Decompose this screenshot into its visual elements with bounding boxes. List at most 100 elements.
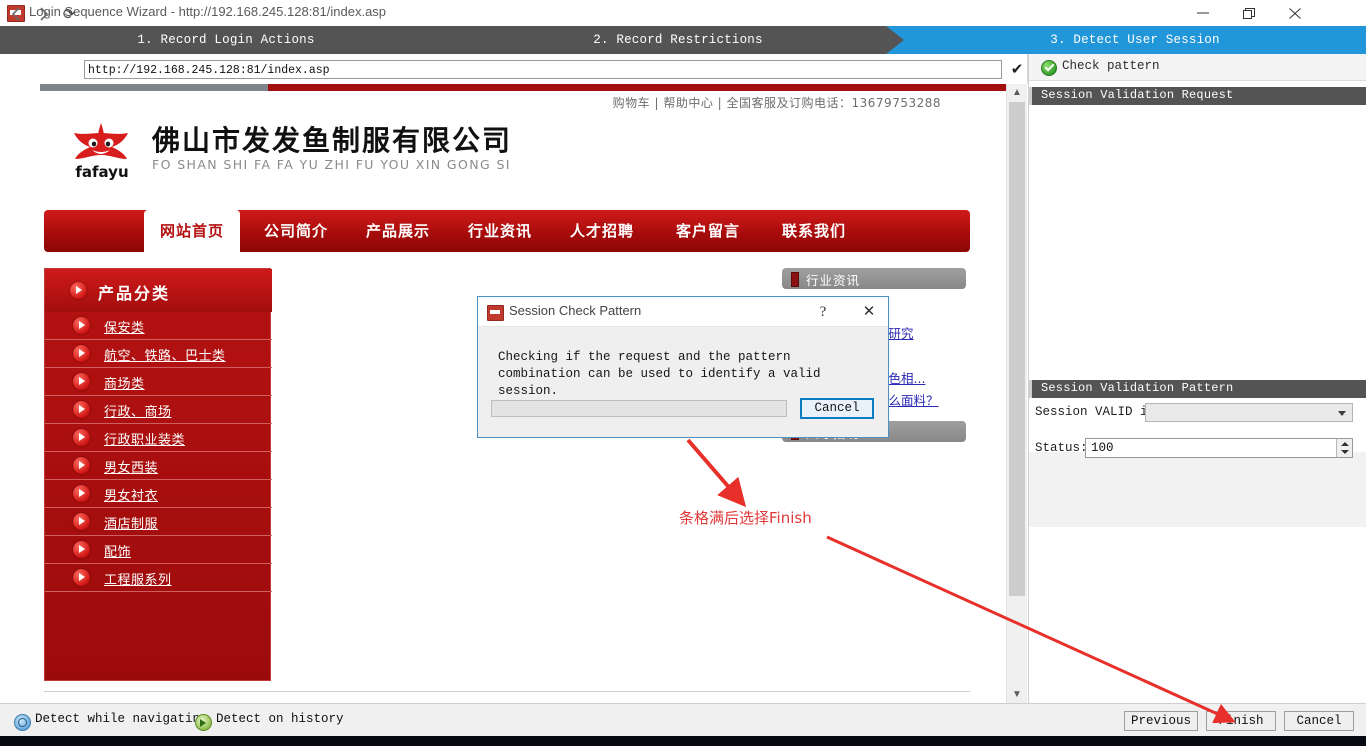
bullet-icon xyxy=(73,401,90,418)
category-item-0[interactable]: 保安类 xyxy=(45,312,272,340)
session-valid-if-label: Session VALID if: xyxy=(1035,405,1163,419)
page-scrollbar[interactable]: ▲ ▼ xyxy=(1006,84,1027,703)
category-link[interactable]: 工程服系列 xyxy=(104,569,172,588)
product-category-sidebar: 产品分类 保安类航空、铁路、巴士类 商场类行政、商场行政职业装类 男女西装男女衬衣酒… xyxy=(44,268,272,681)
dialog-app-icon xyxy=(487,305,504,321)
maximize-button[interactable] xyxy=(1226,0,1272,26)
category-link[interactable]: 行政职业装类 xyxy=(104,429,185,448)
os-taskbar[interactable] xyxy=(0,736,1366,746)
wizard-step-3[interactable]: 3. Detect User Session xyxy=(904,26,1366,54)
stepper-up-icon[interactable] xyxy=(1341,442,1349,446)
site-nav-item-2[interactable]: 产品展示 xyxy=(350,210,446,252)
close-button[interactable] xyxy=(1272,0,1318,26)
back-icon[interactable] xyxy=(6,5,28,25)
cancel-button[interactable]: Cancel xyxy=(1284,711,1354,731)
category-item-4[interactable]: 行政职业装类 xyxy=(45,424,272,452)
progress-bar xyxy=(491,400,787,417)
bullet-icon xyxy=(73,345,90,362)
category-link[interactable]: 酒店制服 xyxy=(104,513,158,532)
category-link[interactable]: 行政、商场 xyxy=(104,401,172,420)
category-item-8[interactable]: 配饰 xyxy=(45,536,272,564)
news-panel-icon xyxy=(791,272,799,287)
category-item-9[interactable]: 工程服系列 xyxy=(45,564,272,592)
site-nav-item-4[interactable]: 人才招聘 xyxy=(554,210,650,252)
category-link[interactable]: 商场类 xyxy=(104,373,145,392)
check-pattern-label: Check pattern xyxy=(1062,59,1160,73)
category-link[interactable]: 保安类 xyxy=(104,317,145,336)
step-arrow-icon xyxy=(886,26,904,54)
site-nav-item-6[interactable]: 联系我们 xyxy=(766,210,862,252)
session-validation-request-header: Session Validation Request xyxy=(1029,87,1366,105)
category-item-7[interactable]: 酒店制服 xyxy=(45,508,272,536)
forward-icon[interactable] xyxy=(32,5,54,25)
bullet-icon xyxy=(70,282,87,299)
previous-button[interactable]: Previous xyxy=(1124,711,1198,731)
bullet-icon xyxy=(73,569,90,586)
page-footer-divider xyxy=(44,691,970,692)
status-stepper[interactable]: 100 xyxy=(1085,438,1353,458)
session-validation-pattern-label: Session Validation Pattern xyxy=(1041,381,1234,395)
site-nav-item-0[interactable]: 网站首页 xyxy=(144,210,240,252)
check-pattern-row[interactable]: Check pattern xyxy=(1029,54,1366,81)
category-link[interactable]: 配饰 xyxy=(104,541,131,560)
session-valid-if-select[interactable] xyxy=(1145,403,1353,422)
dialog-close-icon[interactable]: ✕ xyxy=(858,301,880,323)
finish-button[interactable]: Finish xyxy=(1206,711,1276,731)
scroll-down-icon[interactable]: ▼ xyxy=(1007,686,1027,703)
website-logo: fafayu 佛山市发发鱼制服有限公司 FO SHAN SHI FA FA YU… xyxy=(62,119,562,185)
bullet-icon xyxy=(73,513,90,530)
news-panel-header: 行业资讯 xyxy=(782,268,966,289)
status-label: Status: xyxy=(1035,441,1088,455)
dialog-cancel-button[interactable]: Cancel xyxy=(800,398,874,419)
minimize-icon xyxy=(1197,12,1209,14)
bullet-icon xyxy=(73,541,90,558)
green-check-icon xyxy=(1041,60,1057,76)
minimize-button[interactable] xyxy=(1180,0,1226,26)
bullet-icon xyxy=(73,429,90,446)
session-validation-request-label: Session Validation Request xyxy=(1041,88,1234,102)
history-icon xyxy=(195,714,212,731)
category-header: 产品分类 xyxy=(45,269,272,312)
session-check-pattern-dialog: Session Check Pattern ? ✕ Checking if th… xyxy=(477,296,889,438)
category-item-5[interactable]: 男女西装 xyxy=(45,452,272,480)
bullet-icon xyxy=(73,317,90,334)
website-nav: 网站首页 公司简介 产品展示 行业资讯 人才招聘 客户留言 联系我们 xyxy=(44,210,970,252)
url-confirm-icon[interactable]: ✔ xyxy=(1008,61,1026,79)
news-panel-title: 行业资讯 xyxy=(806,273,861,288)
category-link[interactable]: 男女西装 xyxy=(104,457,158,476)
session-detection-panel: Check pattern Session Validation Request… xyxy=(1028,54,1366,703)
site-nav-item-5[interactable]: 客户留言 xyxy=(660,210,756,252)
help-icon[interactable]: ? xyxy=(812,301,834,323)
scrollbar-thumb[interactable] xyxy=(1009,102,1025,596)
pattern-header-accent xyxy=(1029,380,1032,398)
utility-links[interactable]: 购物车 | 帮助中心 | 全国客服及订购电话：13679753288 xyxy=(613,94,941,111)
site-nav-item-3[interactable]: 行业资讯 xyxy=(452,210,548,252)
status-stepper-buttons[interactable] xyxy=(1336,439,1352,457)
scroll-up-icon[interactable]: ▲ xyxy=(1007,84,1027,101)
category-item-1[interactable]: 航空、铁路、巴士类 xyxy=(45,340,272,368)
stepper-down-icon[interactable] xyxy=(1341,450,1349,454)
wizard-step-2[interactable]: 2. Record Restrictions xyxy=(452,26,904,54)
dialog-title: Session Check Pattern xyxy=(509,303,642,318)
dialog-message: Checking if the request and the pattern … xyxy=(498,350,821,398)
bullet-icon xyxy=(73,457,90,474)
category-item-3[interactable]: 行政、商场 xyxy=(45,396,272,424)
page-top-strip-grey xyxy=(40,84,268,91)
category-link[interactable]: 航空、铁路、巴士类 xyxy=(104,345,226,364)
company-name-pinyin: FO SHAN SHI FA FA YU ZHI FU YOU XIN GONG… xyxy=(152,157,511,172)
category-link[interactable]: 男女衬衣 xyxy=(104,485,158,504)
annotation-text: 条格满后选择Finish xyxy=(679,509,812,527)
bullet-icon xyxy=(73,373,90,390)
wizard-step-1[interactable]: 1. Record Login Actions xyxy=(0,26,452,54)
category-header-label: 产品分类 xyxy=(98,284,171,303)
chevron-down-icon xyxy=(1338,411,1346,416)
login-sequence-wizard-window: Login Sequence Wizard - http://192.168.2… xyxy=(0,0,1366,746)
category-item-2[interactable]: 商场类 xyxy=(45,368,272,396)
site-nav-item-1[interactable]: 公司简介 xyxy=(248,210,344,252)
category-item-6[interactable]: 男女衬衣 xyxy=(45,480,272,508)
close-icon xyxy=(1289,8,1301,19)
website-utility-bar: 购物车 | 帮助中心 | 全国客服及订购电话：13679753288 xyxy=(40,91,970,113)
dialog-title-bar: Session Check Pattern ? ✕ xyxy=(478,297,888,327)
url-input[interactable]: http://192.168.245.128:81/index.asp xyxy=(84,60,1002,79)
reload-icon[interactable]: ⟳ xyxy=(58,5,80,25)
